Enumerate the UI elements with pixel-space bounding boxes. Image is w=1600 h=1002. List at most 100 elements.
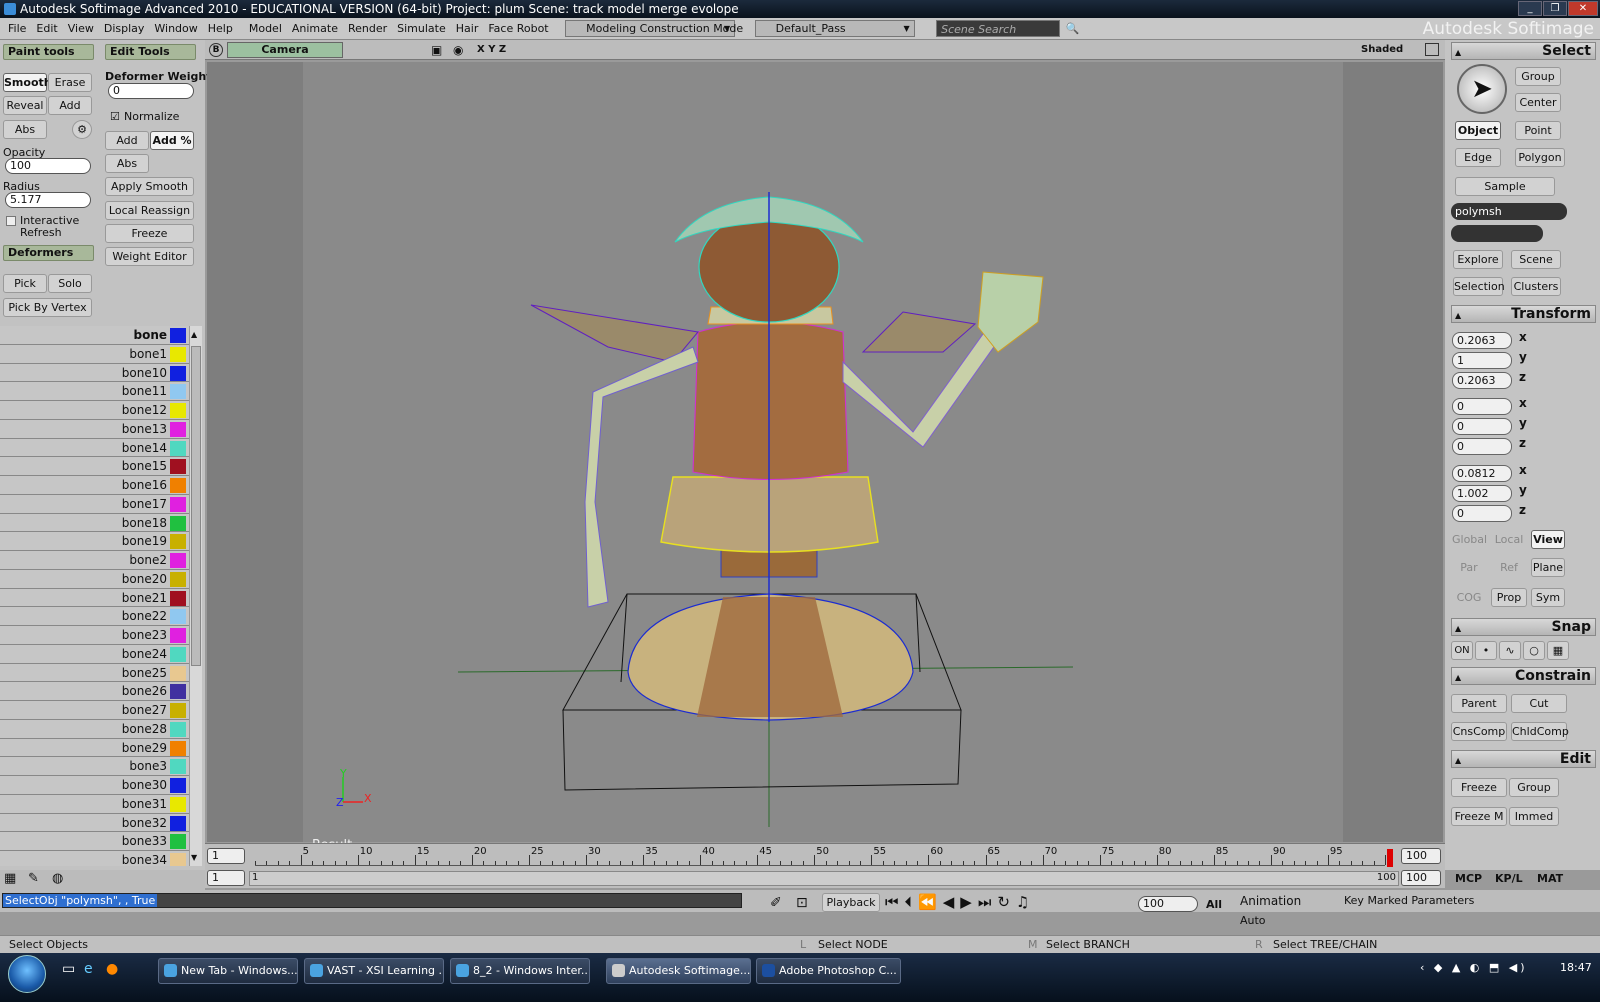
deformer-color-swatch[interactable] [170, 609, 186, 625]
deformer-color-swatch[interactable] [170, 628, 186, 643]
loop-icon[interactable]: ↻ [997, 893, 1010, 911]
menu-window[interactable]: Window [149, 18, 202, 40]
center-select-button[interactable]: Center [1515, 93, 1561, 112]
cnscomp-button[interactable]: CnsComp [1451, 722, 1507, 741]
deformer-color-swatch[interactable] [170, 421, 186, 437]
deformer-color-swatch[interactable] [170, 759, 186, 775]
local-reassign-button[interactable]: Local Reassign [105, 201, 194, 220]
deformer-color-swatch[interactable] [170, 384, 186, 400]
taskbar-item-new-tab[interactable]: New Tab - Windows... [158, 958, 298, 984]
scene-search-input[interactable]: Scene Search [936, 20, 1061, 37]
deformer-color-swatch[interactable] [170, 646, 186, 662]
layout-icon[interactable]: ▦ [4, 871, 16, 886]
viewport-canvas[interactable]: Y X Z [303, 62, 1343, 842]
smooth-button[interactable]: Smooth [3, 73, 52, 92]
pick-by-vertex-button[interactable]: Pick By Vertex [3, 298, 92, 317]
deformer-list-scrollbar[interactable]: ▲ ▼ [189, 326, 202, 866]
lock-icon[interactable]: ⊡ [796, 895, 808, 911]
deformer-color-swatch[interactable] [170, 778, 186, 793]
scale-x-field[interactable]: 0.2063 [1452, 332, 1512, 349]
snap-curve-icon[interactable]: ∿ [1499, 641, 1521, 660]
scroll-thumb[interactable] [191, 346, 201, 666]
deformer-color-swatch[interactable] [170, 346, 186, 362]
deformer-list-item[interactable]: bone3 [0, 757, 189, 776]
weight-editor-button[interactable]: Weight Editor [105, 247, 194, 266]
deformer-color-swatch[interactable] [170, 553, 186, 568]
deformer-color-swatch[interactable] [170, 665, 186, 681]
radius-field[interactable]: 5.177 [5, 192, 91, 208]
camera-icon[interactable]: ▣ [431, 43, 442, 57]
solo-button[interactable]: Solo [48, 274, 92, 293]
deformer-list-item[interactable]: bone14 [0, 438, 189, 458]
deformer-list-item[interactable]: bone17 [0, 494, 189, 514]
cog-button[interactable]: COG [1451, 588, 1487, 607]
deformer-list-item[interactable]: bone23 [0, 626, 189, 645]
snap-point-icon[interactable]: • [1475, 641, 1497, 660]
add-weight-button[interactable]: Add [105, 131, 149, 150]
normalize-checkbox[interactable]: ☑ Normalize [110, 110, 179, 123]
add-button[interactable]: Add [48, 96, 92, 115]
polygon-select-button[interactable]: Polygon [1515, 148, 1565, 167]
snap-on-button[interactable]: ON [1451, 641, 1473, 660]
auto-key-button[interactable]: Auto [1240, 914, 1266, 927]
group-select-button[interactable]: Group [1515, 67, 1561, 86]
system-tray-icons[interactable]: ‹ ◆ ▲ ◐ ⬒ ◀) [1420, 961, 1528, 974]
taskbar-item-photoshop[interactable]: Adobe Photoshop C... [756, 958, 901, 984]
scale-y-axis[interactable]: y [1519, 350, 1527, 364]
deformer-list-item[interactable]: bone30 [0, 776, 189, 795]
transform-section-header[interactable]: Transform [1451, 305, 1596, 324]
menu-file[interactable]: File [0, 18, 31, 40]
minimize-button[interactable]: _ [1518, 1, 1542, 16]
local-space-button[interactable]: Local [1491, 530, 1527, 549]
deformer-list-item[interactable]: bone10 [0, 363, 189, 383]
deformer-list-item[interactable]: bone2 [0, 551, 189, 570]
close-button[interactable]: ✕ [1568, 1, 1598, 16]
menu-view[interactable]: View [63, 18, 99, 40]
deformer-list-item[interactable]: bone1 [0, 344, 189, 364]
rotate-y-field[interactable]: 0 [1452, 418, 1512, 435]
deformer-list-item[interactable]: bone15 [0, 457, 189, 476]
deformer-list-item[interactable]: bone16 [0, 476, 189, 495]
deformer-color-swatch[interactable] [170, 590, 186, 606]
scale-x-axis[interactable]: x [1519, 330, 1527, 344]
axis-toggles[interactable]: X Y Z [477, 44, 506, 55]
deformer-color-swatch[interactable] [170, 459, 186, 475]
scroll-down-icon[interactable]: ▼ [191, 853, 197, 862]
freeze-m-button[interactable]: Freeze M [1451, 807, 1507, 826]
command-line-input[interactable]: SelectObj "polymsh", , True [2, 893, 742, 908]
menu-simulate[interactable]: Simulate [392, 18, 451, 40]
abs-button[interactable]: Abs [3, 120, 47, 139]
deformer-color-swatch[interactable] [170, 834, 186, 850]
deformer-color-swatch[interactable] [170, 496, 186, 512]
timeline-ruler[interactable]: 5 10 15 20 25 30 35 40 45 50 55 60 65 70 75 80 85 90 95 [255, 846, 1386, 866]
chldcomp-button[interactable]: ChldComp [1511, 722, 1569, 741]
scale-z-field[interactable]: 0.2063 [1452, 372, 1512, 389]
playhead[interactable] [1387, 849, 1393, 867]
scale-z-axis[interactable]: z [1519, 370, 1526, 384]
deformer-list-item[interactable]: bone28 [0, 719, 189, 739]
kpl-tab[interactable]: KP/L [1495, 872, 1523, 885]
ref-space-button[interactable]: Ref [1491, 558, 1527, 577]
translate-z-axis[interactable]: z [1519, 503, 1526, 517]
selection-filter-field[interactable] [1451, 225, 1543, 242]
palette-icon[interactable]: ◍ [52, 871, 63, 886]
animation-button[interactable]: Animation [1240, 894, 1301, 908]
menu-help[interactable]: Help [203, 18, 238, 40]
explore-button[interactable]: Explore [1453, 250, 1503, 269]
scale-y-field[interactable]: 1 [1452, 352, 1512, 369]
deformer-color-swatch[interactable] [170, 684, 186, 700]
deformer-list-item[interactable]: bone26 [0, 682, 189, 701]
deformer-list-item[interactable]: bone33 [0, 832, 189, 851]
character-mesh[interactable] [530, 192, 1044, 722]
group-button[interactable]: Group [1509, 778, 1559, 797]
brush-tool-icon[interactable]: ✎ [28, 871, 39, 886]
timeline-start-field[interactable]: 1 [207, 848, 245, 864]
deformer-color-swatch[interactable] [170, 534, 186, 550]
freeze-weights-button[interactable]: Freeze [105, 224, 194, 243]
deformer-color-swatch[interactable] [170, 796, 186, 812]
firefox-icon[interactable]: ● [106, 961, 118, 977]
deformer-color-swatch[interactable] [170, 740, 186, 756]
current-frame-field[interactable]: 100 [1138, 896, 1198, 912]
start-button[interactable] [8, 955, 46, 993]
point-select-button[interactable]: Point [1515, 121, 1561, 140]
